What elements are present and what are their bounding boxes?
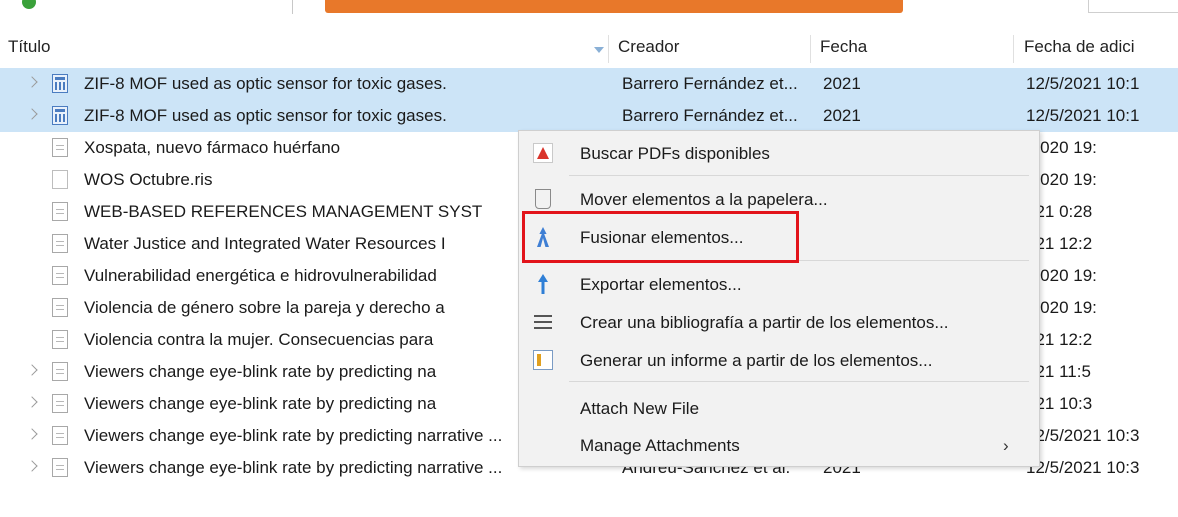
column-creator[interactable]: Creador [618, 37, 679, 57]
row-creator: Barrero Fernández et... [622, 74, 798, 93]
row-date-added: 12/5/2021 10:1 [1026, 74, 1140, 93]
document-icon [52, 234, 68, 253]
toolbar-separator [292, 0, 293, 14]
expand-chevron-icon[interactable] [26, 364, 38, 376]
expand-chevron-icon[interactable] [26, 428, 38, 440]
menu-item-crear-una-bibliograf-a-a-partir-de-los-elementos[interactable]: Crear una bibliografía a partir de los e… [519, 307, 1039, 337]
row-title: ZIF-8 MOF used as optic sensor for toxic… [84, 74, 447, 93]
column-divider[interactable] [608, 35, 609, 63]
row-title: Viewers change eye-blink rate by predict… [84, 394, 437, 413]
menu-item-manage-attachments[interactable]: Manage Attachments › [519, 430, 1039, 460]
row-date: 2021 [823, 106, 861, 125]
column-divider[interactable] [810, 35, 811, 63]
sort-descending-icon [594, 47, 604, 53]
menu-item-label: Crear una bibliografía a partir de los e… [580, 313, 949, 332]
column-divider[interactable] [1013, 35, 1014, 63]
expand-chevron-icon[interactable] [26, 108, 38, 120]
search-input[interactable] [1088, 0, 1178, 13]
document-icon [52, 138, 68, 157]
row-creator: Barrero Fernández et... [622, 106, 798, 125]
table-row[interactable]: ZIF-8 MOF used as optic sensor for toxic… [0, 100, 1178, 132]
row-title: Water Justice and Integrated Water Resou… [84, 234, 446, 253]
column-date[interactable]: Fecha [820, 37, 867, 57]
document-icon [52, 330, 68, 349]
document-icon [52, 362, 68, 381]
row-title: Violencia contra la mujer. Consecuencias… [84, 330, 434, 349]
dataset-icon [52, 74, 68, 93]
row-title: ZIF-8 MOF used as optic sensor for toxic… [84, 106, 447, 125]
menu-item-buscar-pdfs-disponibles[interactable]: Buscar PDFs disponibles [519, 138, 1039, 168]
document-icon [52, 394, 68, 413]
dataset-icon [52, 106, 68, 125]
menu-item-label: Mover elementos a la papelera... [580, 190, 828, 209]
new-item-icon[interactable] [22, 0, 36, 9]
expand-chevron-icon[interactable] [26, 460, 38, 472]
menu-item-label: Attach New File [580, 399, 700, 418]
row-date-added: 12/5/2021 10:1 [1026, 106, 1140, 125]
menu-item-attach-new-file[interactable]: Attach New File [519, 393, 1039, 423]
column-date-added[interactable]: Fecha de adici [1024, 37, 1135, 57]
expand-chevron-icon[interactable] [26, 76, 38, 88]
row-title: Vulnerabilidad energética e hidrovulnera… [84, 266, 437, 285]
row-title: WEB-BASED REFERENCES MANAGEMENT SYST [84, 202, 483, 221]
pdf-icon [533, 143, 553, 163]
menu-item-label: Manage Attachments [580, 436, 740, 455]
report-icon [533, 350, 553, 370]
menu-item-label: Buscar PDFs disponibles [580, 144, 770, 163]
menu-item-exportar-elementos[interactable]: Exportar elementos... [519, 269, 1039, 299]
trash-icon [535, 189, 551, 209]
column-title[interactable]: Título [8, 37, 51, 57]
document-icon [52, 266, 68, 285]
highlight-box [522, 211, 799, 263]
menu-separator [569, 381, 1029, 382]
menu-item-label: Exportar elementos... [580, 275, 742, 294]
toolbar [0, 0, 1178, 16]
row-title: Viewers change eye-blink rate by predict… [84, 362, 437, 381]
menu-separator [569, 175, 1029, 176]
row-date-added: 12/5/2021 10:3 [1026, 426, 1140, 445]
bibliography-icon [533, 312, 553, 332]
chevron-right-icon: › [1003, 436, 1009, 455]
expand-chevron-icon[interactable] [26, 396, 38, 408]
column-header: Título Creador Fecha Fecha de adici [0, 33, 1178, 63]
row-title: WOS Octubre.ris [84, 170, 213, 189]
menu-item-mover-elementos-a-la-papelera[interactable]: Mover elementos a la papelera... [519, 184, 1039, 214]
document-icon [52, 202, 68, 221]
menu-item-generar-un-informe-a-partir-de-los-elementos[interactable]: Generar un informe a partir de los eleme… [519, 345, 1039, 375]
file-icon [52, 170, 68, 189]
table-row[interactable]: ZIF-8 MOF used as optic sensor for toxic… [0, 68, 1178, 100]
row-title: Xospata, nuevo fármaco huérfano [84, 138, 341, 157]
document-icon [52, 458, 68, 477]
row-title: Viewers change eye-blink rate by predict… [84, 458, 503, 477]
orange-banner [325, 0, 903, 13]
export-icon [533, 274, 553, 294]
row-date-added: 12/5/2021 10:3 [1026, 458, 1140, 477]
context-menu: Buscar PDFs disponibles Mover elementos a… [518, 130, 1040, 467]
document-icon [52, 426, 68, 445]
menu-item-label: Generar un informe a partir de los eleme… [580, 351, 933, 370]
row-date: 2021 [823, 74, 861, 93]
row-title: Viewers change eye-blink rate by predict… [84, 426, 503, 445]
row-title: Violencia de género sobre la pareja y de… [84, 298, 445, 317]
document-icon [52, 298, 68, 317]
